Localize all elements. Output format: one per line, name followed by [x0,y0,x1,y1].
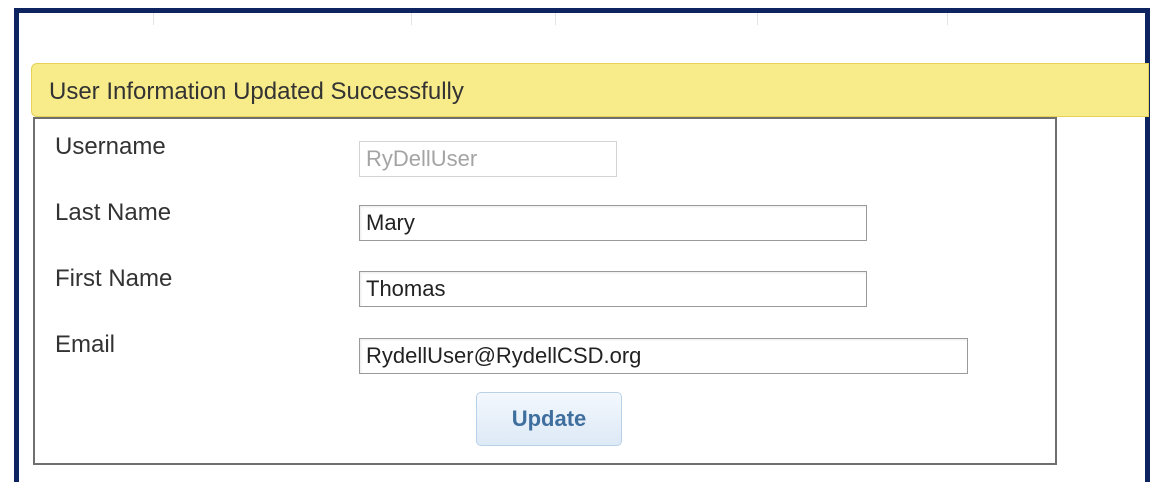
update-button[interactable]: Update [476,392,622,446]
user-info-form: Username RyDellUser Last Name Mary First… [33,117,1057,465]
tab-divider [411,13,412,25]
tab-divider [947,13,948,25]
first-name-label: First Name [55,265,173,292]
tab-divider [555,13,556,25]
success-message: User Information Updated Successfully [49,78,464,105]
first-name-field[interactable]: Thomas [359,271,867,307]
last-name-field[interactable]: Mary [359,205,867,241]
username-label: Username [55,133,166,160]
email-label: Email [55,331,116,358]
last-name-label: Last Name [55,199,172,226]
email-field[interactable]: RydellUser@RydellCSD.org [359,338,968,374]
success-banner: User Information Updated Successfully [31,63,1149,117]
username-field: RyDellUser [359,141,617,177]
top-tab-strip [19,13,1145,25]
window-frame: User Information Updated Successfully Us… [14,8,1150,482]
tab-divider [757,13,758,25]
tab-divider [153,13,154,25]
